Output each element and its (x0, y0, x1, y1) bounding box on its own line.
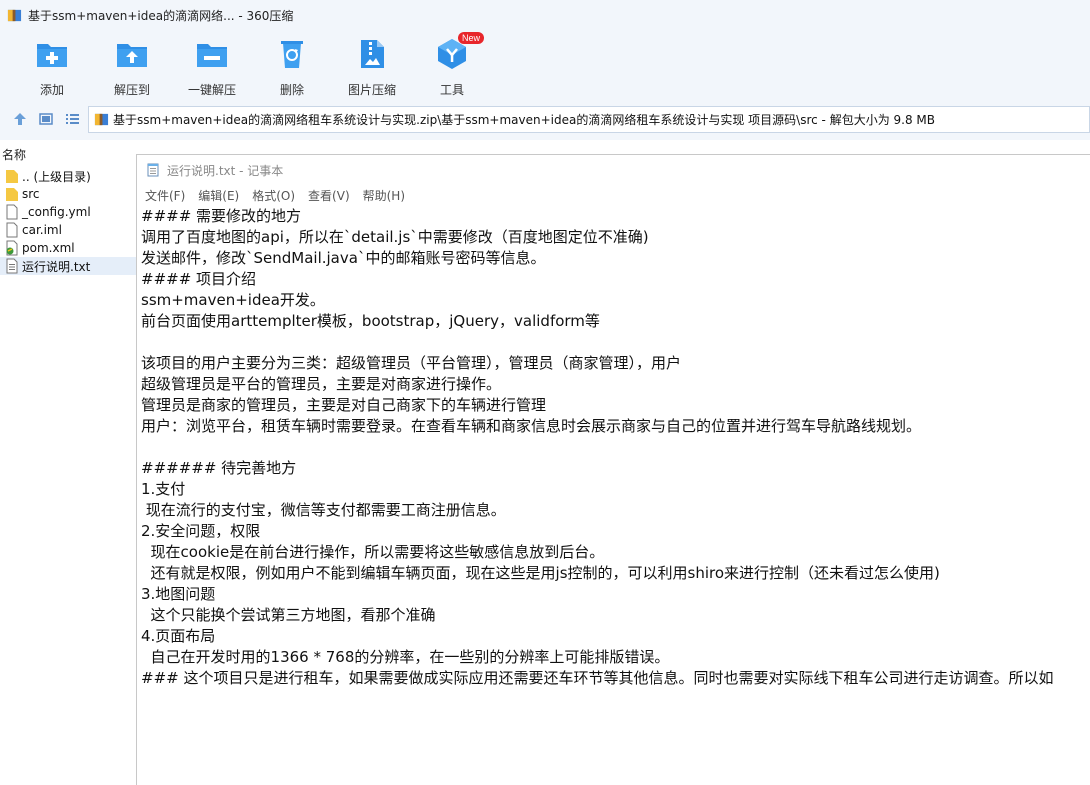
text-line: 超级管理员是平台的管理员，主要是对商家进行操作。 (141, 375, 502, 393)
text-line: ### 这个项目只是进行租车，如果需要做成实际应用还需要还车环节等其他信息。同时… (141, 669, 1054, 687)
delete-label: 删除 (279, 83, 304, 97)
text-line (141, 437, 1090, 458)
list-item-selected[interactable]: 运行说明.txt (0, 257, 136, 275)
add-folder-icon (37, 44, 67, 67)
tools-button[interactable]: New 工具 (414, 32, 490, 97)
menu-view[interactable]: 查看(V) (308, 187, 350, 204)
list-item[interactable]: car.iml (0, 221, 136, 239)
text-line: 4.页面布局 (141, 627, 216, 645)
notepad-menu-bar: 文件(F) 编辑(E) 格式(O) 查看(V) 帮助(H) (137, 185, 1090, 205)
file-icon (6, 222, 18, 238)
one-click-extract-icon (197, 44, 227, 67)
window-title: 基于ssm+maven+idea的滴滴网络... - 360压缩 (28, 8, 294, 23)
folder-icon (6, 188, 18, 201)
text-file-icon (6, 258, 18, 274)
xml-file-icon (6, 240, 18, 256)
text-line: 2.安全问题，权限 (141, 522, 261, 540)
file-name: src (22, 187, 40, 201)
file-name: 运行说明.txt (22, 259, 91, 274)
path-bar[interactable]: 基于ssm+maven+idea的滴滴网络租车系统设计与实现.zip\基于ssm… (88, 106, 1090, 133)
list-item[interactable]: _config.yml (0, 203, 136, 221)
folder-up-icon (6, 170, 18, 183)
menu-edit[interactable]: 编辑(E) (198, 187, 239, 204)
text-line: 还有就是权限，例如用户不能到编辑车辆页面，现在这些是用js控制的，可以利用shi… (141, 564, 940, 582)
text-line: #### 需要修改的地方 (141, 207, 302, 225)
thumbnail-view-icon[interactable] (38, 111, 54, 127)
text-line: 3.地图问题 (141, 585, 216, 603)
text-line: 发送邮件，修改`SendMail.java`中的邮箱账号密码等信息。 (141, 249, 546, 267)
image-compress-icon (361, 40, 384, 68)
text-editor[interactable]: #### 需要修改的地方 调用了百度地图的api，所以在`detail.js`中… (141, 206, 1090, 785)
file-name: pom.xml (22, 241, 75, 255)
recycle-delete-icon (281, 41, 303, 68)
window-title-bar: 基于ssm+maven+idea的滴滴网络... - 360压缩 (0, 0, 1090, 30)
file-name: .. (上级目录) (22, 169, 91, 184)
tools-label: 工具 (439, 83, 464, 97)
archive-app-icon (7, 9, 22, 21)
file-name: car.iml (22, 223, 62, 237)
text-line: 自己在开发时用的1366 * 768的分辨率，在一些别的分辨率上可能排版错误。 (141, 648, 670, 666)
add-button[interactable]: 添加 (14, 36, 90, 97)
delete-button[interactable]: 删除 (254, 36, 330, 97)
menu-file[interactable]: 文件(F) (145, 187, 185, 204)
text-line: 用户：浏览平台，租赁车辆时需要登录。在查看车辆和商家信息时会展示商家与自己的位置… (141, 417, 922, 435)
text-line: 现在流行的支付宝，微信等支付都需要工商注册信息。 (141, 501, 506, 519)
text-line (141, 332, 1090, 353)
one-click-extract-button[interactable]: 一键解压 (174, 36, 250, 97)
text-line: 这个只能换个尝试第三方地图，看那个准确 (141, 606, 436, 624)
list-view-icon[interactable] (64, 111, 80, 127)
text-line: #### 项目介绍 (141, 270, 257, 288)
one-click-extract-label: 一键解压 (187, 83, 236, 97)
new-badge: New (457, 32, 484, 44)
text-line: 现在cookie是在前台进行操作，所以需要将这些敏感信息放到后台。 (141, 543, 605, 561)
address-row: 基于ssm+maven+idea的滴滴网络租车系统设计与实现.zip\基于ssm… (0, 100, 1090, 140)
extract-to-label: 解压到 (113, 83, 150, 97)
menu-help[interactable]: 帮助(H) (363, 187, 405, 204)
up-arrow-icon[interactable] (12, 111, 28, 127)
add-label: 添加 (39, 83, 64, 97)
text-line: 前台页面使用arttemplter模板，bootstrap，jQuery，val… (141, 312, 600, 330)
notepad-title: 运行说明.txt - 记事本 (167, 163, 284, 178)
name-column-header[interactable]: 名称 (0, 146, 26, 163)
text-line: 该项目的用户主要分为三类：超级管理员（平台管理），管理员（商家管理），用户 (141, 354, 682, 372)
text-line: 管理员是商家的管理员，主要是对自己商家下的车辆进行管理 (141, 396, 547, 414)
notepad-icon (147, 163, 159, 177)
extract-to-icon (117, 44, 147, 67)
notepad-title-bar: 运行说明.txt - 记事本 (137, 155, 1090, 185)
path-text: 基于ssm+maven+idea的滴滴网络租车系统设计与实现.zip\基于ssm… (113, 113, 935, 127)
image-compress-button[interactable]: 图片压缩 (334, 36, 410, 97)
file-name: _config.yml (22, 205, 91, 219)
notepad-window: 运行说明.txt - 记事本 文件(F) 编辑(E) 格式(O) 查看(V) 帮… (136, 154, 1090, 785)
list-item[interactable]: .. (上级目录) (0, 167, 136, 185)
extract-to-button[interactable]: 解压到 (94, 36, 170, 97)
file-list-panel: 名称 .. (上级目录) src _config.yml car.iml pom… (0, 140, 136, 785)
zip-file-icon (94, 113, 109, 126)
menu-format[interactable]: 格式(O) (252, 187, 295, 204)
file-icon (6, 204, 18, 220)
text-line: ###### 待完善地方 (141, 459, 297, 477)
text-line: 1.支付 (141, 480, 186, 498)
text-line: 调用了百度地图的api，所以在`detail.js`中需要修改（百度地图定位不准… (141, 228, 649, 246)
image-compress-label: 图片压缩 (347, 83, 396, 97)
list-item[interactable]: src (0, 185, 136, 203)
list-item[interactable]: pom.xml (0, 239, 136, 257)
main-toolbar: 添加 解压到 一键解压 删除 图片压缩 New 工具 (0, 30, 1090, 100)
text-line: ssm+maven+idea开发。 (141, 291, 325, 309)
